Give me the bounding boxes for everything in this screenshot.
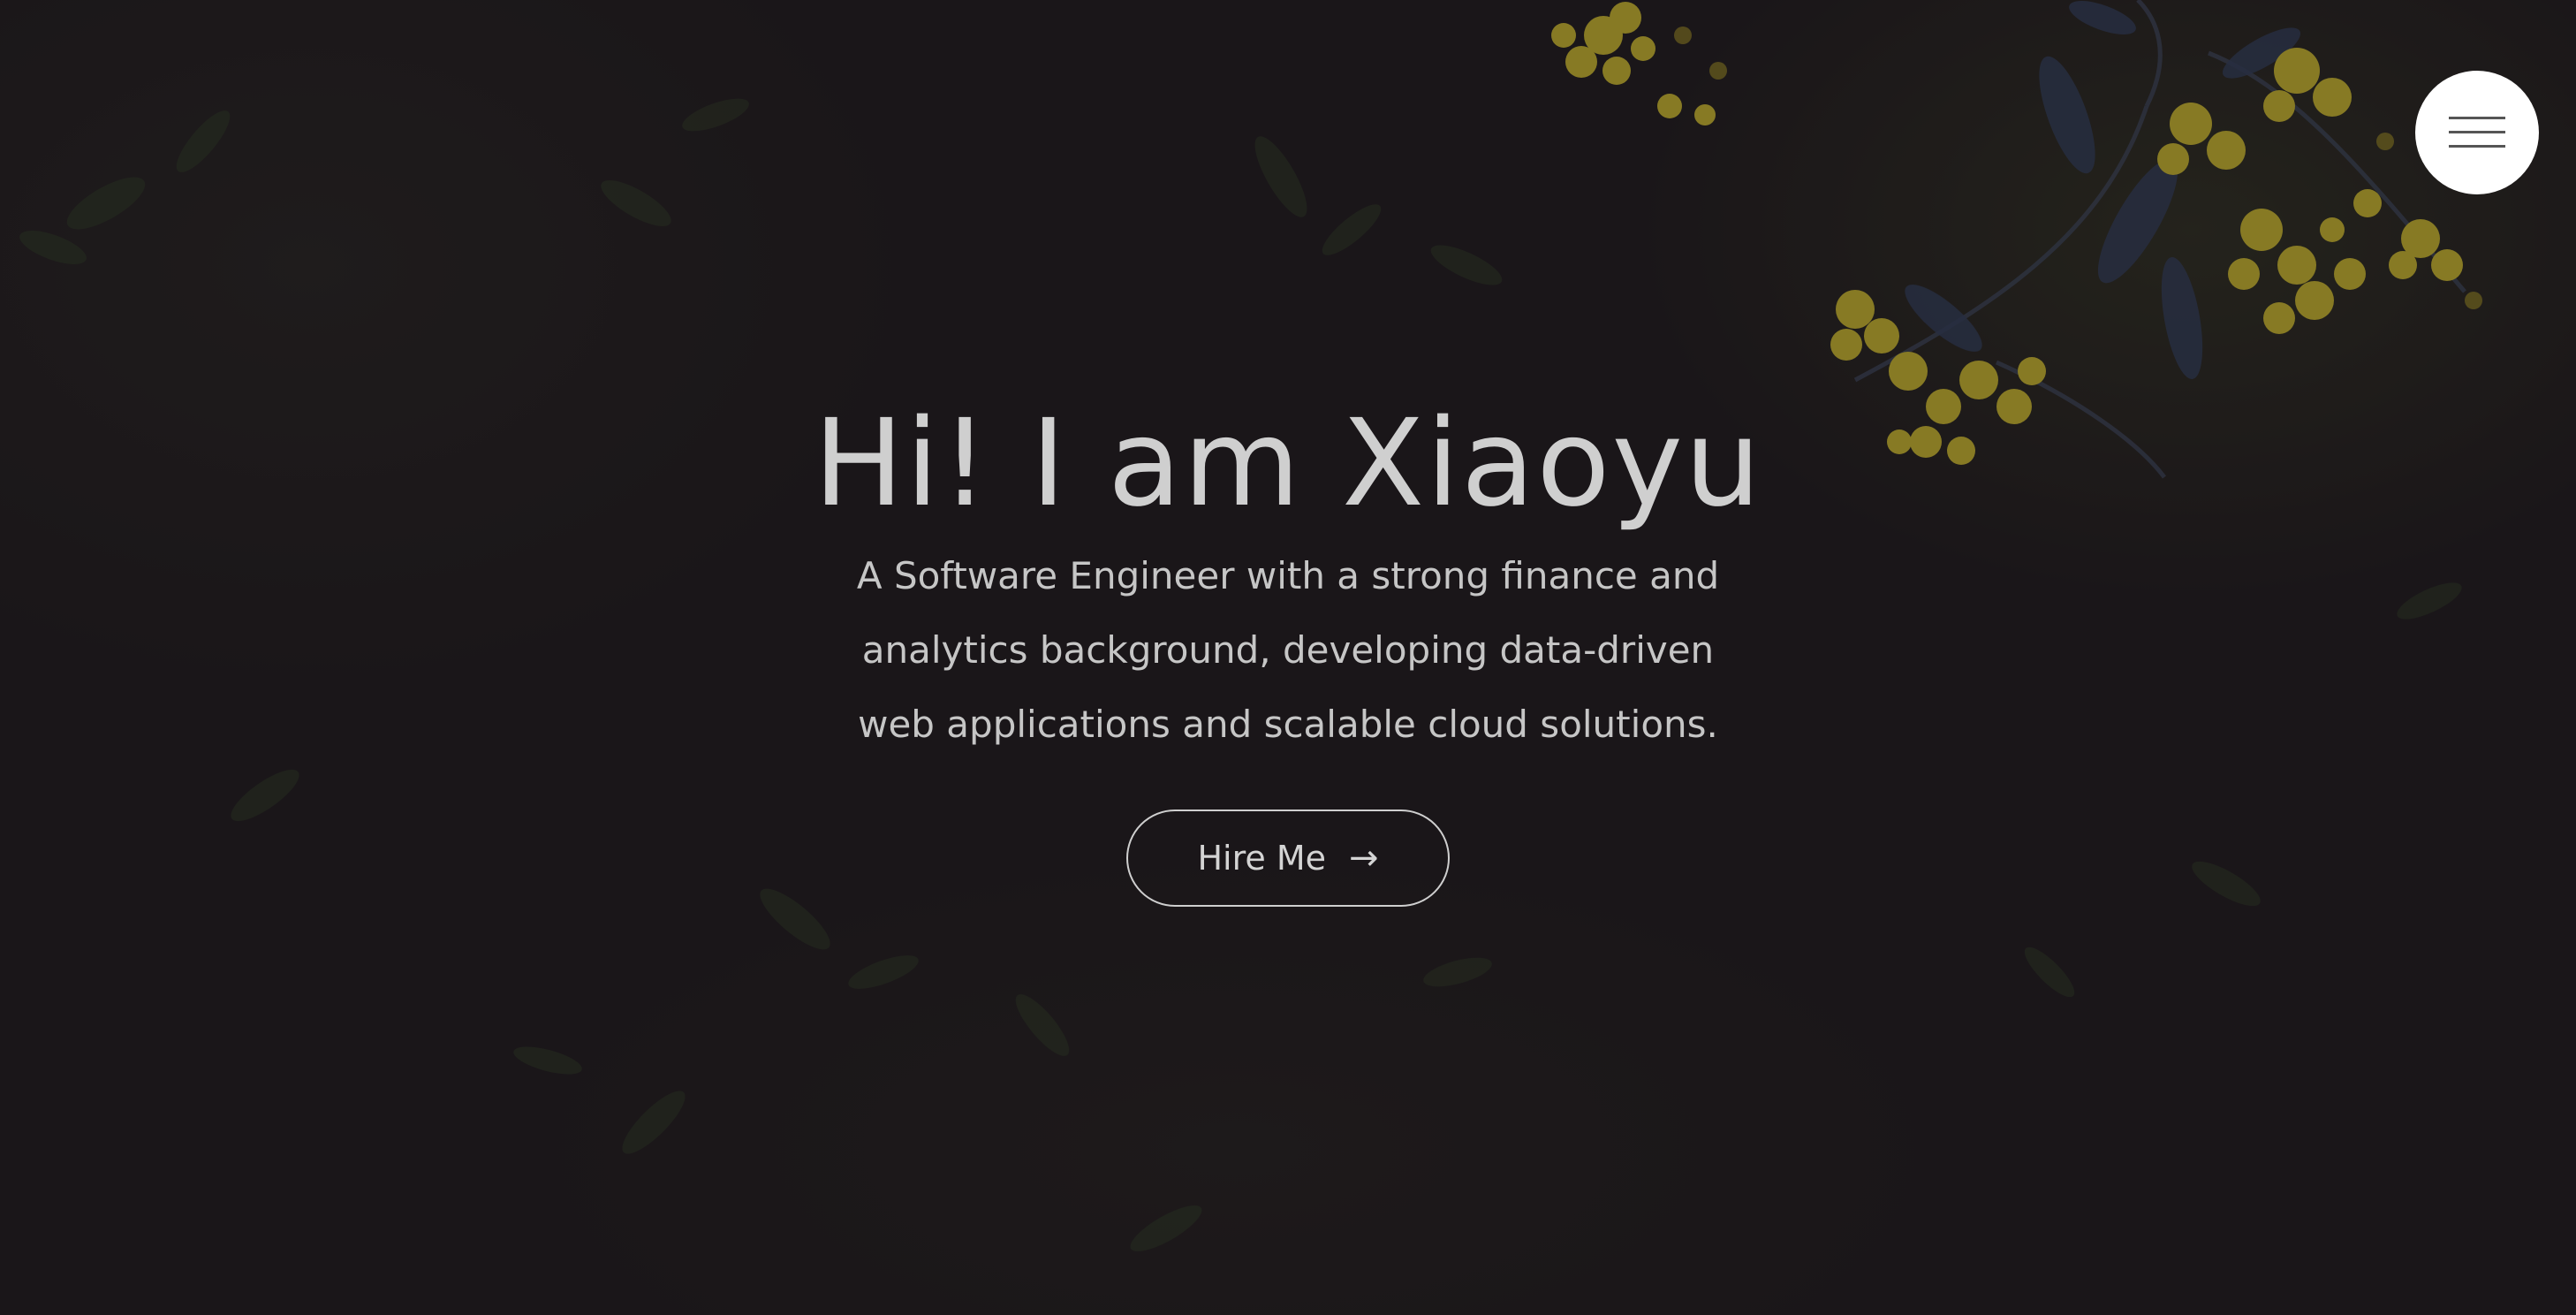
hamburger-icon (2449, 117, 2505, 148)
hero-content: Hi! I am Xiaoyu A Software Engineer with… (802, 389, 1774, 907)
hero-subtitle: A Software Engineer with a strong financ… (856, 554, 1720, 746)
hire-me-label: Hire Me (1197, 839, 1327, 878)
hero-section: Hi! I am Xiaoyu A Software Engineer with… (0, 0, 2576, 1315)
hire-me-button[interactable]: Hire Me → (1126, 810, 1450, 907)
hero-title: Hi! I am Xiaoyu (813, 394, 1763, 534)
arrow-right-icon: → (1349, 838, 1379, 878)
menu-button[interactable] (2415, 71, 2539, 194)
